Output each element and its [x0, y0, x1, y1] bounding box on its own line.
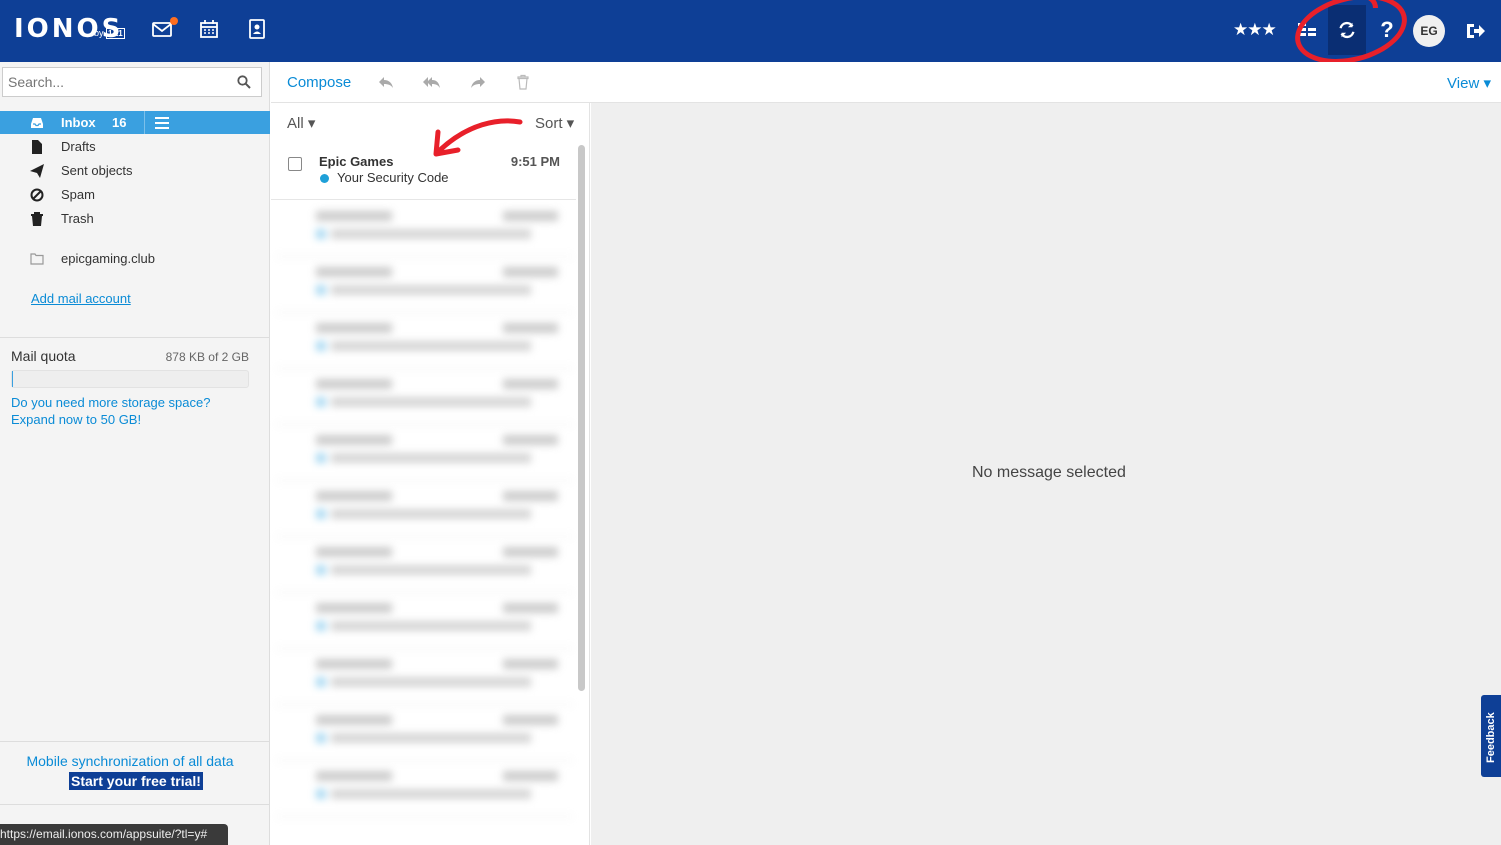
search-box	[2, 67, 262, 97]
inbox-icon	[31, 118, 43, 128]
folder-menu-icon[interactable]	[144, 111, 178, 134]
folder-drafts[interactable]: Drafts	[0, 135, 270, 158]
folder-account[interactable]: epicgaming.club	[0, 247, 270, 270]
delete-icon[interactable]	[514, 74, 532, 90]
trash-icon	[31, 212, 43, 226]
annotation-mark	[1356, 0, 1378, 8]
storage-question-link[interactable]: Do you need more storage space?	[11, 395, 210, 410]
reply-icon[interactable]	[377, 74, 395, 90]
search-input[interactable]	[3, 68, 229, 96]
folder-spam[interactable]: Spam	[0, 183, 270, 206]
file-icon	[32, 140, 42, 154]
folder-label: Spam	[61, 187, 95, 202]
unread-indicator	[320, 174, 329, 183]
notification-dot	[170, 17, 178, 25]
contacts-icon[interactable]	[246, 18, 268, 40]
select-checkbox[interactable]	[288, 157, 302, 171]
folder-label: Inbox	[61, 115, 96, 130]
sort-dropdown[interactable]: Sort ▾	[535, 114, 574, 132]
list-item[interactable]: Epic Games 9:51 PM Your Security Code	[271, 144, 576, 200]
folder-inbox[interactable]: Inbox 16	[0, 111, 270, 134]
reply-all-icon[interactable]	[423, 74, 441, 90]
folder-trash[interactable]: Trash	[0, 207, 270, 230]
divider	[0, 804, 270, 805]
folder-label: Trash	[61, 211, 94, 226]
search-icon[interactable]	[237, 75, 251, 89]
message-subject: Your Security Code	[337, 170, 449, 185]
message-sender: Epic Games	[319, 154, 394, 169]
logo-partner: by 1&1	[94, 28, 125, 39]
logo-by: by	[94, 28, 104, 38]
status-url: https://email.ionos.com/appsuite/?tl=y#	[0, 824, 228, 845]
folder-label: epicgaming.club	[61, 251, 155, 266]
folder-label: Drafts	[61, 139, 96, 154]
unread-count: 16	[112, 115, 127, 130]
mail-toolbar: Compose View ▾	[271, 62, 1501, 103]
folder-label: Sent objects	[61, 163, 133, 178]
divider	[0, 337, 270, 338]
feedback-tab[interactable]: Feedback	[1481, 695, 1501, 777]
avatar[interactable]: EG	[1413, 15, 1445, 47]
list-scrollbar[interactable]	[578, 145, 585, 691]
annotation-arrow	[433, 118, 523, 157]
add-mail-account-link[interactable]: Add mail account	[31, 291, 131, 306]
blurred-messages	[276, 201, 573, 841]
logout-icon[interactable]	[1464, 20, 1486, 42]
quota-value: 878 KB of 2 GB	[165, 350, 249, 364]
message-list: All ▾ Sort ▾ Epic Games 9:51 PM Your Sec…	[271, 103, 590, 845]
folder-sent[interactable]: Sent objects	[0, 159, 270, 182]
reading-pane: No message selected	[591, 103, 1501, 845]
quota-label: Mail quota	[11, 348, 76, 364]
free-trial-button[interactable]: Start your free trial!	[69, 772, 203, 790]
sidebar: Inbox 16 Drafts Sent objects Spam Trash …	[0, 62, 270, 845]
folder-icon	[30, 253, 44, 265]
partner-logo: 1&1	[106, 28, 125, 39]
compose-button[interactable]: Compose	[287, 74, 351, 91]
quota-bar	[11, 370, 249, 388]
view-dropdown[interactable]: View ▾	[1447, 74, 1491, 92]
calendar-icon[interactable]	[198, 18, 220, 40]
promo-text[interactable]: Mobile synchronization of all data	[0, 753, 260, 769]
storage-offer-link[interactable]: Expand now to 50 GB!	[11, 412, 141, 427]
divider	[0, 741, 270, 742]
block-icon	[30, 188, 44, 202]
send-icon	[30, 164, 44, 178]
feedback-label: Feedback	[1485, 712, 1497, 763]
top-bar: IONOS by 1&1 ★★★ ? EG	[0, 0, 1501, 75]
forward-icon[interactable]	[469, 74, 487, 90]
empty-state-text: No message selected	[972, 464, 1126, 481]
stars-icon[interactable]: ★★★	[1233, 20, 1277, 40]
filter-dropdown[interactable]: All ▾	[287, 114, 315, 132]
